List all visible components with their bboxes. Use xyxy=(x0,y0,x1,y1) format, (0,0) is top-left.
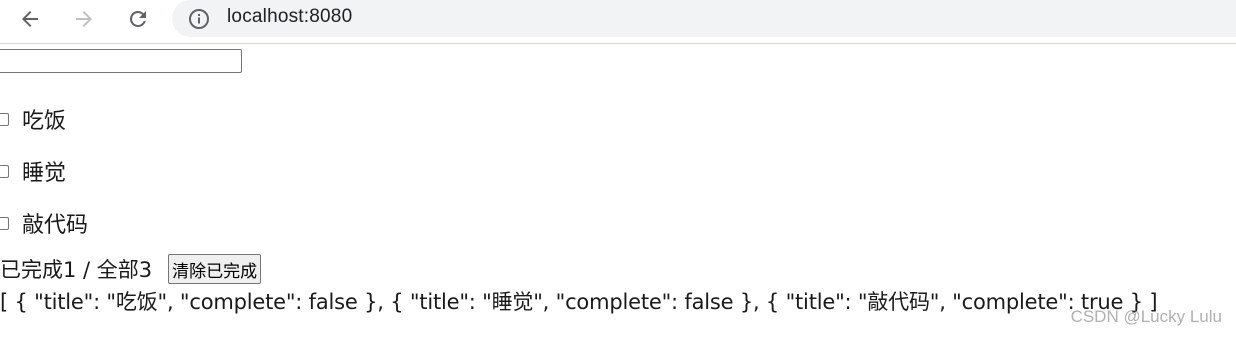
reload-button[interactable] xyxy=(121,2,155,36)
address-bar[interactable]: localhost:8080 xyxy=(172,0,1236,37)
reload-icon xyxy=(129,10,146,27)
todo-label: 敲代码 xyxy=(22,213,89,238)
forward-arrow-icon xyxy=(76,11,92,27)
browser-toolbar: localhost:8080 xyxy=(0,0,1236,44)
completion-summary: 已完成1 / 全部3 xyxy=(0,258,153,282)
back-button[interactable] xyxy=(13,2,47,36)
todo-input[interactable] xyxy=(0,49,242,73)
todo-checkbox[interactable] xyxy=(0,112,9,126)
forward-button[interactable] xyxy=(67,2,101,36)
todo-item: 睡觉 xyxy=(0,156,66,186)
clear-completed-button[interactable]: 清除已完成 xyxy=(168,254,262,284)
info-icon[interactable] xyxy=(187,7,211,31)
watermark: CSDN @Lucky Lulu xyxy=(1070,307,1222,326)
todo-label: 睡觉 xyxy=(22,161,67,186)
page-content: 吃饭 睡觉 敲代码 已完成1 / 全部3 清除已完成 [ { "title": … xyxy=(0,44,1236,338)
todo-item: 敲代码 xyxy=(0,208,88,238)
todo-checkbox[interactable] xyxy=(0,216,9,230)
url-text: localhost:8080 xyxy=(227,6,353,27)
json-output: [ { "title": "吃饭", "complete": false }, … xyxy=(0,290,1158,314)
todo-footer: 已完成1 / 全部3 清除已完成 xyxy=(0,252,262,286)
todo-label: 吃饭 xyxy=(22,109,67,134)
back-arrow-icon xyxy=(22,11,38,27)
todo-checkbox[interactable] xyxy=(0,164,9,178)
todo-item: 吃饭 xyxy=(0,104,66,134)
